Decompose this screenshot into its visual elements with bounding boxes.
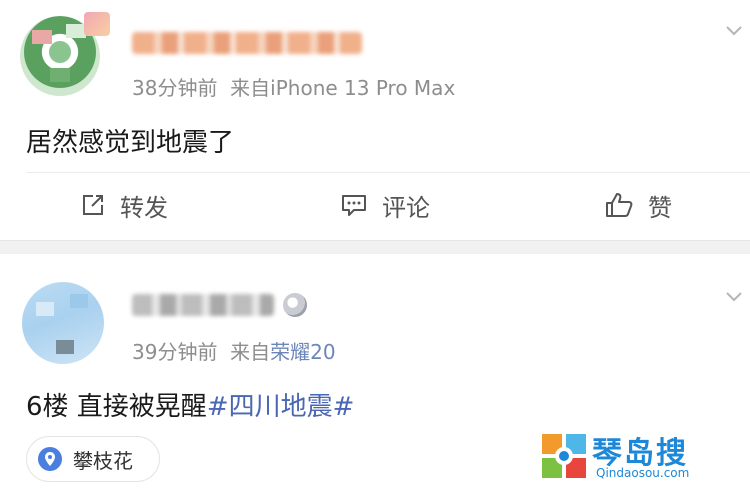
post-time: 38分钟前 bbox=[132, 76, 218, 100]
post-card[interactable]: 38分钟前 来自iPhone 13 Pro Max 居然感觉到地震了 转发 评论… bbox=[0, 0, 750, 240]
divider bbox=[26, 172, 750, 173]
comment-icon bbox=[342, 195, 366, 216]
location-pin-icon bbox=[38, 447, 62, 471]
post-source-prefix: 来自 bbox=[230, 340, 271, 364]
username-blurred[interactable] bbox=[132, 32, 362, 54]
repost-label: 转发 bbox=[120, 193, 168, 222]
like-label: 赞 bbox=[648, 193, 672, 222]
medal-icon bbox=[283, 293, 307, 317]
location-label: 攀枝花 bbox=[73, 448, 133, 473]
comment-label: 评论 bbox=[382, 193, 430, 222]
post-content: 居然感觉到地震了 bbox=[26, 128, 235, 158]
post-meta: 38分钟前 来自iPhone 13 Pro Max bbox=[132, 72, 455, 101]
chevron-down-icon[interactable] bbox=[725, 288, 743, 306]
post-separator bbox=[0, 240, 750, 254]
username-blurred[interactable] bbox=[132, 294, 274, 316]
repost-button[interactable]: 转发 bbox=[80, 188, 168, 222]
post-time: 39分钟前 bbox=[132, 340, 218, 364]
post-source-link[interactable]: 荣耀20 bbox=[270, 340, 335, 364]
chevron-down-icon[interactable] bbox=[725, 22, 743, 40]
comment-button[interactable]: 评论 bbox=[340, 188, 430, 222]
avatar[interactable] bbox=[22, 282, 104, 364]
like-button[interactable]: 赞 bbox=[604, 188, 672, 222]
avatar-badge-icon bbox=[84, 12, 110, 36]
post-source: 来自iPhone 13 Pro Max bbox=[230, 76, 456, 100]
watermark: 琴岛搜 Qindaosou.com bbox=[540, 428, 750, 488]
repost-icon bbox=[83, 195, 103, 215]
post-content: 6楼 直接被晃醒#四川地震# bbox=[26, 386, 354, 423]
topic-link[interactable]: #四川地震# bbox=[207, 392, 355, 422]
location-chip[interactable]: 攀枝花 bbox=[26, 436, 160, 482]
post-text: 6楼 直接被晃醒 bbox=[26, 392, 207, 422]
post-meta: 39分钟前 来自荣耀20 bbox=[132, 336, 336, 365]
watermark-logo-icon bbox=[542, 434, 586, 478]
watermark-domain: Qindaosou.com bbox=[596, 466, 690, 480]
like-icon bbox=[606, 193, 633, 217]
